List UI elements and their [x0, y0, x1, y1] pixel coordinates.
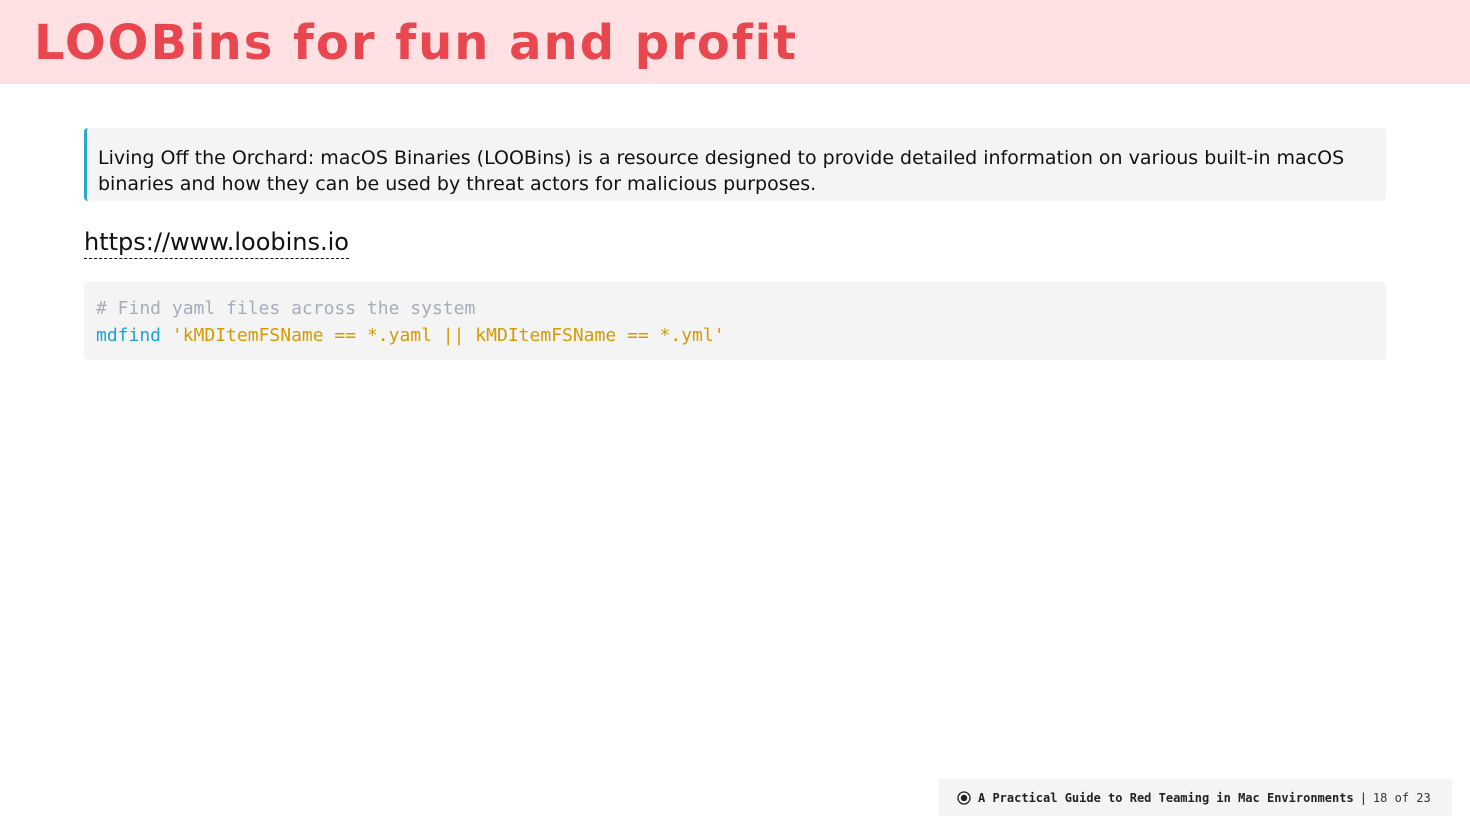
code-comment: # Find yaml files across the system [96, 298, 476, 319]
page-indicator: 18 of 23 [1372, 790, 1431, 805]
footer-separator: | [1359, 790, 1367, 805]
slide-footer: A Practical Guide to Red Teaming in Mac … [939, 779, 1452, 816]
code-argument: 'kMDItemFSName == *.yaml || kMDItemFSNam… [171, 325, 725, 346]
presentation-title: A Practical Guide to Red Teaming in Mac … [978, 790, 1354, 805]
code-command: mdfind [96, 325, 162, 346]
slide-header: LOOBins for fun and profit [0, 0, 1470, 84]
target-icon [957, 790, 971, 805]
code-block: # Find yaml files across the system mdfi… [84, 282, 1386, 360]
slide: LOOBins for fun and profit Living Off th… [0, 0, 1470, 828]
loobins-link[interactable]: https://www.loobins.io [84, 226, 349, 259]
description-quote: Living Off the Orchard: macOS Binaries (… [84, 128, 1386, 201]
description-text: Living Off the Orchard: macOS Binaries (… [98, 147, 1345, 195]
slide-title: LOOBins for fun and profit [34, 15, 799, 71]
